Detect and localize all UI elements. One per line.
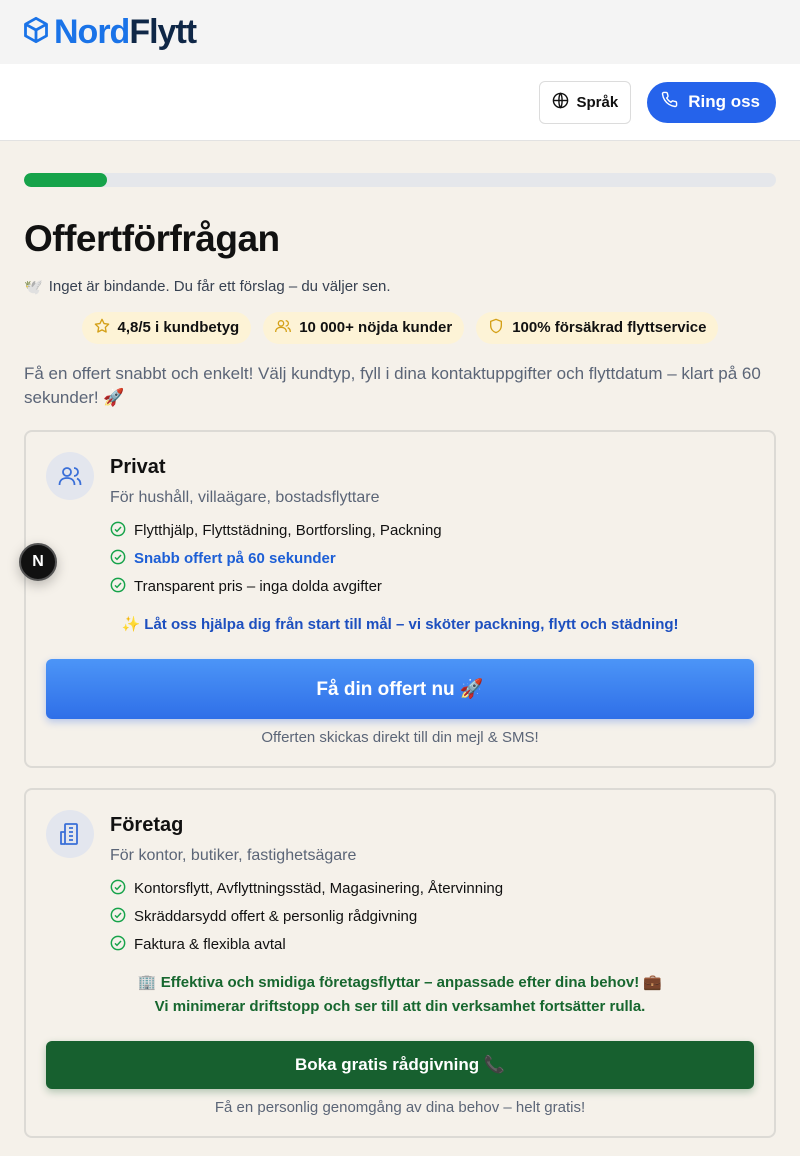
feature-list: Kontorsflytt, Avflyttningsstäd, Magasine… (110, 875, 754, 959)
badge-insurance: 100% försäkrad flyttservice (476, 311, 719, 344)
list-item: Skräddarsydd offert & personlig rådgivni… (110, 903, 754, 931)
badge-label: 4,8/5 i kundbetyg (117, 319, 240, 337)
list-item: Faktura & flexibla avtal (110, 931, 754, 959)
language-button[interactable]: Språk (538, 80, 632, 124)
card-note: Offerten skickas direkt till din mejl & … (261, 728, 539, 746)
progress-bar (24, 173, 776, 187)
page-title: Offertförfrågan (24, 218, 280, 259)
card-description: För kontor, butiker, fastighetsägare (110, 846, 357, 864)
get-quote-button[interactable]: Få din offert nu 🚀 (46, 658, 754, 719)
feature-text: Flytthjälp, Flyttstädning, Bortforsling,… (134, 522, 442, 540)
card-tagline: ✨ Låt oss hjälpa dig från start till mål… (121, 615, 679, 633)
card-title: Företag (110, 813, 184, 836)
card-description: För hushåll, villaägare, bostadsflyttare (110, 488, 380, 506)
list-item: Flytthjälp, Flyttstädning, Bortforsling,… (110, 517, 754, 545)
tagline-line1: 🏢 Effektiva och smidiga företagsflyttar … (137, 973, 663, 991)
check-circle-icon (110, 521, 126, 541)
logo-bar: NordFlytt (0, 0, 800, 64)
card-note: Få en personlig genomgång av dina behov … (214, 1098, 586, 1116)
private-card[interactable]: Privat För hushåll, villaägare, bostadsf… (24, 429, 776, 768)
brand-name-part1: Nord (54, 13, 130, 51)
progress-fill (24, 173, 107, 187)
shield-icon (488, 318, 504, 338)
feature-text: Kontorsflytt, Avflyttningsstäd, Magasine… (134, 880, 504, 898)
brand-name-part2: Flytt (129, 13, 197, 51)
users-icon (275, 318, 292, 338)
subtitle-text: Inget är bindande. Du får ett förslag – … (48, 278, 391, 296)
dev-tools-badge[interactable]: N (19, 543, 57, 581)
feature-text: Transparent pris – inga dolda avgifter (134, 578, 382, 596)
list-item: Snabb offert på 60 sekunder (110, 545, 754, 573)
check-circle-icon (110, 577, 126, 597)
check-circle-icon (110, 549, 126, 569)
globe-icon (552, 91, 569, 113)
building-icon (46, 809, 94, 858)
language-label: Språk (576, 93, 619, 111)
feature-text: Faktura & flexibla avtal (134, 936, 286, 954)
main-content: Offertförfrågan 🕊️ Inget är bindande. Du… (0, 173, 800, 1138)
top-nav: Språk Ring oss (0, 64, 800, 141)
box-icon (22, 16, 50, 49)
check-circle-icon (110, 935, 126, 955)
book-consultation-button[interactable]: Boka gratis rådgivning 📞 (46, 1040, 754, 1089)
badge-customers: 10 000+ nöjda kunder (263, 311, 465, 344)
card-title: Privat (110, 455, 166, 478)
check-circle-icon (110, 879, 126, 899)
feature-list: Flytthjälp, Flyttstädning, Bortforsling,… (110, 517, 754, 601)
badge-rating: 4,8/5 i kundbetyg (81, 311, 252, 344)
star-icon (94, 318, 110, 338)
phone-icon (661, 91, 678, 113)
trust-badges: 4,8/5 i kundbetyg 10 000+ nöjda kunder 1… (24, 311, 776, 344)
check-circle-icon (110, 907, 126, 927)
call-label: Ring oss (688, 92, 760, 111)
brand-logo[interactable]: NordFlytt (22, 13, 197, 51)
list-item: Kontorsflytt, Avflyttningsstäd, Magasine… (110, 875, 754, 903)
dove-emoji: 🕊️ (24, 278, 43, 296)
card-tagline: 🏢 Effektiva och smidiga företagsflyttar … (46, 971, 754, 1019)
feature-text: Snabb offert på 60 sekunder (134, 550, 336, 568)
badge-label: 10 000+ nöjda kunder (299, 319, 453, 337)
call-button[interactable]: Ring oss (647, 81, 776, 123)
badge-label: 100% försäkrad flyttservice (512, 319, 707, 337)
page-subtitle: 🕊️ Inget är bindande. Du får ett förslag… (24, 278, 776, 296)
list-item: Transparent pris – inga dolda avgifter (110, 573, 754, 601)
feature-text: Skräddarsydd offert & personlig rådgivni… (134, 908, 418, 926)
tagline-line2: Vi minimerar driftstopp och ser till att… (154, 997, 646, 1015)
users-icon (46, 451, 94, 500)
intro-text: Få en offert snabbt och enkelt! Välj kun… (24, 363, 761, 407)
business-card[interactable]: Företag För kontor, butiker, fastighetsä… (24, 787, 776, 1138)
